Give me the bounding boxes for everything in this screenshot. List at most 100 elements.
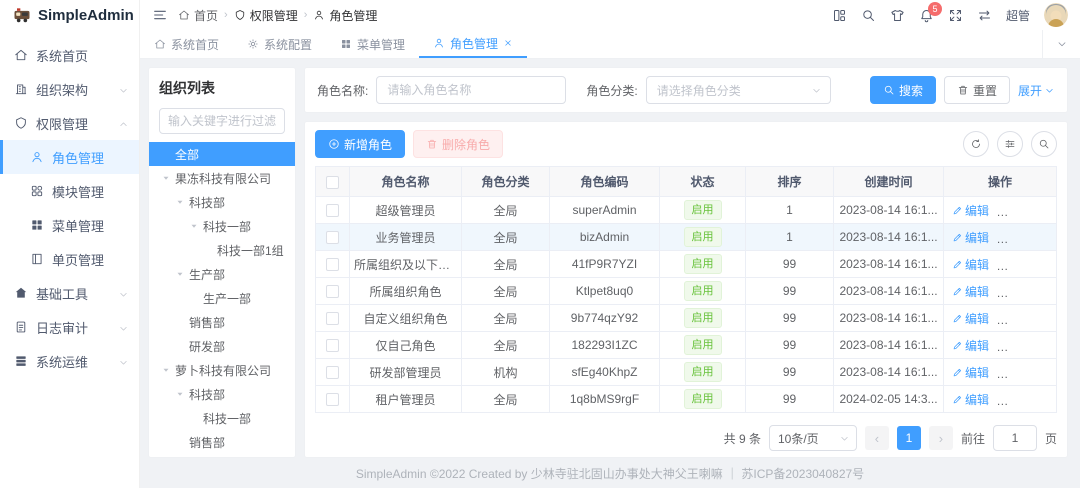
tree-node-all[interactable]: 全部 bbox=[149, 142, 295, 166]
row-checkbox[interactable] bbox=[326, 204, 339, 217]
edit-link[interactable]: 编辑 bbox=[952, 202, 989, 219]
theme-shirt-icon[interactable] bbox=[890, 8, 905, 23]
edit-link[interactable]: 编辑 bbox=[952, 391, 989, 408]
authorize-link[interactable]: 授权 bbox=[1049, 310, 1057, 327]
authorize-link[interactable]: 授权 bbox=[1049, 202, 1057, 219]
building-icon bbox=[14, 82, 28, 96]
sidebar-item-basic-tools[interactable]: 基础工具 bbox=[0, 276, 139, 310]
role-name-input[interactable] bbox=[376, 76, 566, 104]
org-filter-input[interactable] bbox=[159, 108, 285, 134]
authorize-link[interactable]: 授权 bbox=[1049, 337, 1057, 354]
column-settings-button[interactable] bbox=[997, 131, 1023, 157]
reset-button[interactable]: 重置 bbox=[944, 76, 1010, 104]
delete-link[interactable]: 删除 bbox=[1000, 202, 1037, 219]
delete-link[interactable]: 删除 bbox=[1000, 364, 1037, 381]
authorize-link[interactable]: 授权 bbox=[1049, 283, 1057, 300]
tree-node[interactable]: 果冻科技有限公司 bbox=[149, 166, 295, 190]
search-button[interactable]: 搜索 bbox=[870, 76, 936, 104]
chevron-down-icon bbox=[118, 354, 129, 369]
authorize-link[interactable]: 授权 bbox=[1049, 229, 1057, 246]
tree-node[interactable]: 萝卜科技有限公司 bbox=[149, 358, 295, 382]
edit-link[interactable]: 编辑 bbox=[952, 283, 989, 300]
sidebar-item-permission[interactable]: 权限管理 bbox=[0, 106, 139, 140]
role-category-select[interactable]: 请选择角色分类 bbox=[646, 76, 831, 104]
sidebar-item-log-audit[interactable]: 日志审计 bbox=[0, 310, 139, 344]
sidebar-item-system-ops[interactable]: 系统运维 bbox=[0, 344, 139, 378]
delete-link[interactable]: 删除 bbox=[1000, 310, 1037, 327]
tree-node[interactable]: 科技部 bbox=[149, 382, 295, 406]
refresh-button[interactable] bbox=[963, 131, 989, 157]
status-badge: 启用 bbox=[684, 362, 722, 382]
sidebar-item-menu-management[interactable]: 菜单管理 bbox=[0, 208, 139, 242]
sidebar-item-page-management[interactable]: 单页管理 bbox=[0, 242, 139, 276]
row-checkbox[interactable] bbox=[326, 366, 339, 379]
pencil-icon bbox=[952, 367, 963, 378]
tree-node[interactable]: 研发部 bbox=[149, 334, 295, 358]
delete-link[interactable]: 删除 bbox=[1000, 283, 1037, 300]
edit-link[interactable]: 编辑 bbox=[952, 229, 989, 246]
authorize-link[interactable]: 授权 bbox=[1049, 391, 1057, 408]
tab-system-home[interactable]: 系统首页 bbox=[140, 30, 233, 58]
add-role-button[interactable]: 新增角色 bbox=[315, 130, 405, 158]
switch-org-icon[interactable] bbox=[977, 8, 992, 23]
breadcrumb-home[interactable]: 首页 bbox=[178, 7, 218, 24]
row-checkbox[interactable] bbox=[326, 258, 339, 271]
row-checkbox[interactable] bbox=[326, 312, 339, 325]
fullscreen-icon[interactable] bbox=[948, 8, 963, 23]
user-avatar[interactable] bbox=[1044, 3, 1068, 27]
search-icon[interactable] bbox=[861, 8, 876, 23]
goto-page-input[interactable] bbox=[993, 425, 1037, 451]
tree-node[interactable]: 生产一部 bbox=[149, 286, 295, 310]
page-size-select[interactable]: 10条/页 bbox=[769, 425, 857, 451]
trash-icon bbox=[1000, 232, 1011, 243]
edit-link[interactable]: 编辑 bbox=[952, 310, 989, 327]
delete-link[interactable]: 删除 bbox=[1000, 229, 1037, 246]
breadcrumb-permission[interactable]: 权限管理 bbox=[234, 7, 298, 24]
sidebar-item-home[interactable]: 系统首页 bbox=[0, 38, 139, 72]
expand-toggle[interactable]: 展开 bbox=[1018, 82, 1055, 99]
tab-list-dropdown[interactable] bbox=[1042, 30, 1080, 58]
authorize-link[interactable]: 授权 bbox=[1049, 256, 1057, 273]
edit-link[interactable]: 编辑 bbox=[952, 337, 989, 354]
row-checkbox[interactable] bbox=[326, 285, 339, 298]
breadcrumb-role[interactable]: 角色管理 bbox=[313, 7, 377, 24]
close-icon[interactable] bbox=[503, 37, 513, 49]
tree-node[interactable]: 销售部 bbox=[149, 430, 295, 454]
row-checkbox[interactable] bbox=[326, 393, 339, 406]
row-checkbox[interactable] bbox=[326, 231, 339, 244]
sidebar-collapse-icon[interactable] bbox=[152, 7, 168, 23]
delete-role-button[interactable]: 删除角色 bbox=[413, 130, 503, 158]
status-badge: 启用 bbox=[684, 308, 722, 328]
page-number-current[interactable]: 1 bbox=[897, 426, 921, 450]
delete-link[interactable]: 删除 bbox=[1000, 337, 1037, 354]
tab-menu-management[interactable]: 菜单管理 bbox=[326, 30, 419, 58]
tree-node[interactable]: 科技部 bbox=[149, 190, 295, 214]
components-icon[interactable] bbox=[832, 8, 847, 23]
tree-node[interactable]: 科技一部1组 bbox=[149, 238, 295, 262]
select-all-checkbox[interactable] bbox=[326, 176, 339, 189]
sidebar-item-role-management[interactable]: 角色管理 bbox=[0, 140, 139, 174]
authorize-link[interactable]: 授权 bbox=[1049, 364, 1057, 381]
delete-link[interactable]: 删除 bbox=[1000, 391, 1037, 408]
row-checkbox[interactable] bbox=[326, 339, 339, 352]
edit-link[interactable]: 编辑 bbox=[952, 364, 989, 381]
prev-page-button[interactable]: ‹ bbox=[865, 426, 889, 450]
col-role-name: 角色名称 bbox=[350, 167, 462, 197]
current-username[interactable]: 超管 bbox=[1006, 7, 1030, 24]
plus-icon bbox=[328, 138, 340, 150]
tree-node[interactable]: 生产部 bbox=[149, 262, 295, 286]
table-search-button[interactable] bbox=[1031, 131, 1057, 157]
tab-system-config[interactable]: 系统配置 bbox=[233, 30, 326, 58]
tree-node[interactable]: 科技一部 bbox=[149, 214, 295, 238]
tree-node[interactable]: 销售部 bbox=[149, 310, 295, 334]
tab-role-management[interactable]: 角色管理 bbox=[419, 30, 527, 58]
app-logo[interactable]: SimpleAdmin bbox=[0, 0, 140, 30]
edit-link[interactable]: 编辑 bbox=[952, 256, 989, 273]
sidebar-item-module-management[interactable]: 模块管理 bbox=[0, 174, 139, 208]
table-row: 租户管理员 全局 1q8bMS9rgF 启用 99 2024-02-05 14:… bbox=[316, 386, 1057, 413]
delete-link[interactable]: 删除 bbox=[1000, 256, 1037, 273]
next-page-button[interactable]: › bbox=[929, 426, 953, 450]
tree-node[interactable]: 科技一部 bbox=[149, 406, 295, 430]
sidebar-item-organization[interactable]: 组织架构 bbox=[0, 72, 139, 106]
notification-bell-icon[interactable]: 5 bbox=[919, 8, 934, 23]
